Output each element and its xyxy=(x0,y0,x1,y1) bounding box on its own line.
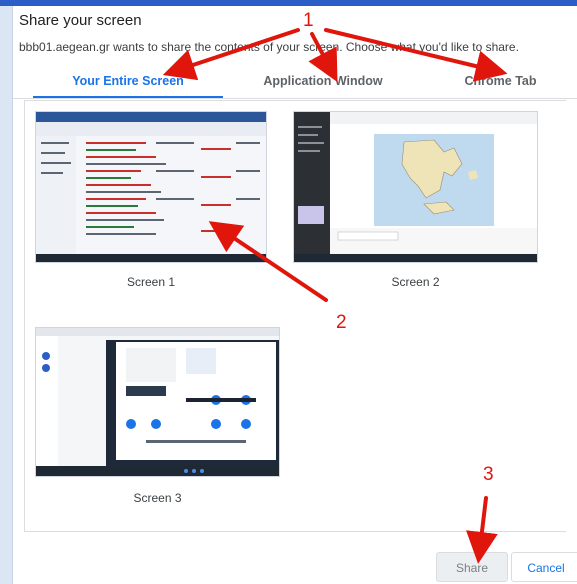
annotation-step-3: 3 xyxy=(483,464,494,485)
screen-3-preview-image xyxy=(36,328,279,476)
screen-1-label: Screen 1 xyxy=(126,275,176,289)
screen-1-preview-image xyxy=(36,112,266,262)
screen-3-label: Screen 3 xyxy=(133,491,182,505)
tab-entire-screen[interactable]: Your Entire Screen xyxy=(33,66,223,98)
screen-2-option[interactable]: Screen 2 xyxy=(293,111,538,291)
screen-3-thumbnail xyxy=(35,327,280,477)
dialog-subtitle: bbb01.aegean.gr wants to share the conte… xyxy=(19,40,519,54)
annotation-step-1: 1 xyxy=(303,10,314,31)
annotation-step-2: 2 xyxy=(336,312,347,333)
screen-2-preview-image xyxy=(294,112,537,262)
screen-2-label: Screen 2 xyxy=(391,275,440,289)
screen-1-option[interactable]: Screen 1 xyxy=(35,111,267,291)
share-button[interactable]: Share xyxy=(436,552,508,582)
tab-application-window[interactable]: Application Window xyxy=(223,66,423,98)
screen-3-option[interactable]: Screen 3 xyxy=(35,327,280,509)
cancel-button[interactable]: Cancel xyxy=(511,552,577,582)
source-tabs: Your Entire Screen Application Window Ch… xyxy=(13,66,577,99)
dialog-title: Share your screen xyxy=(19,12,142,29)
screen-2-thumbnail xyxy=(293,111,538,263)
tab-chrome-tab[interactable]: Chrome Tab xyxy=(423,66,577,98)
screen-1-thumbnail xyxy=(35,111,267,263)
